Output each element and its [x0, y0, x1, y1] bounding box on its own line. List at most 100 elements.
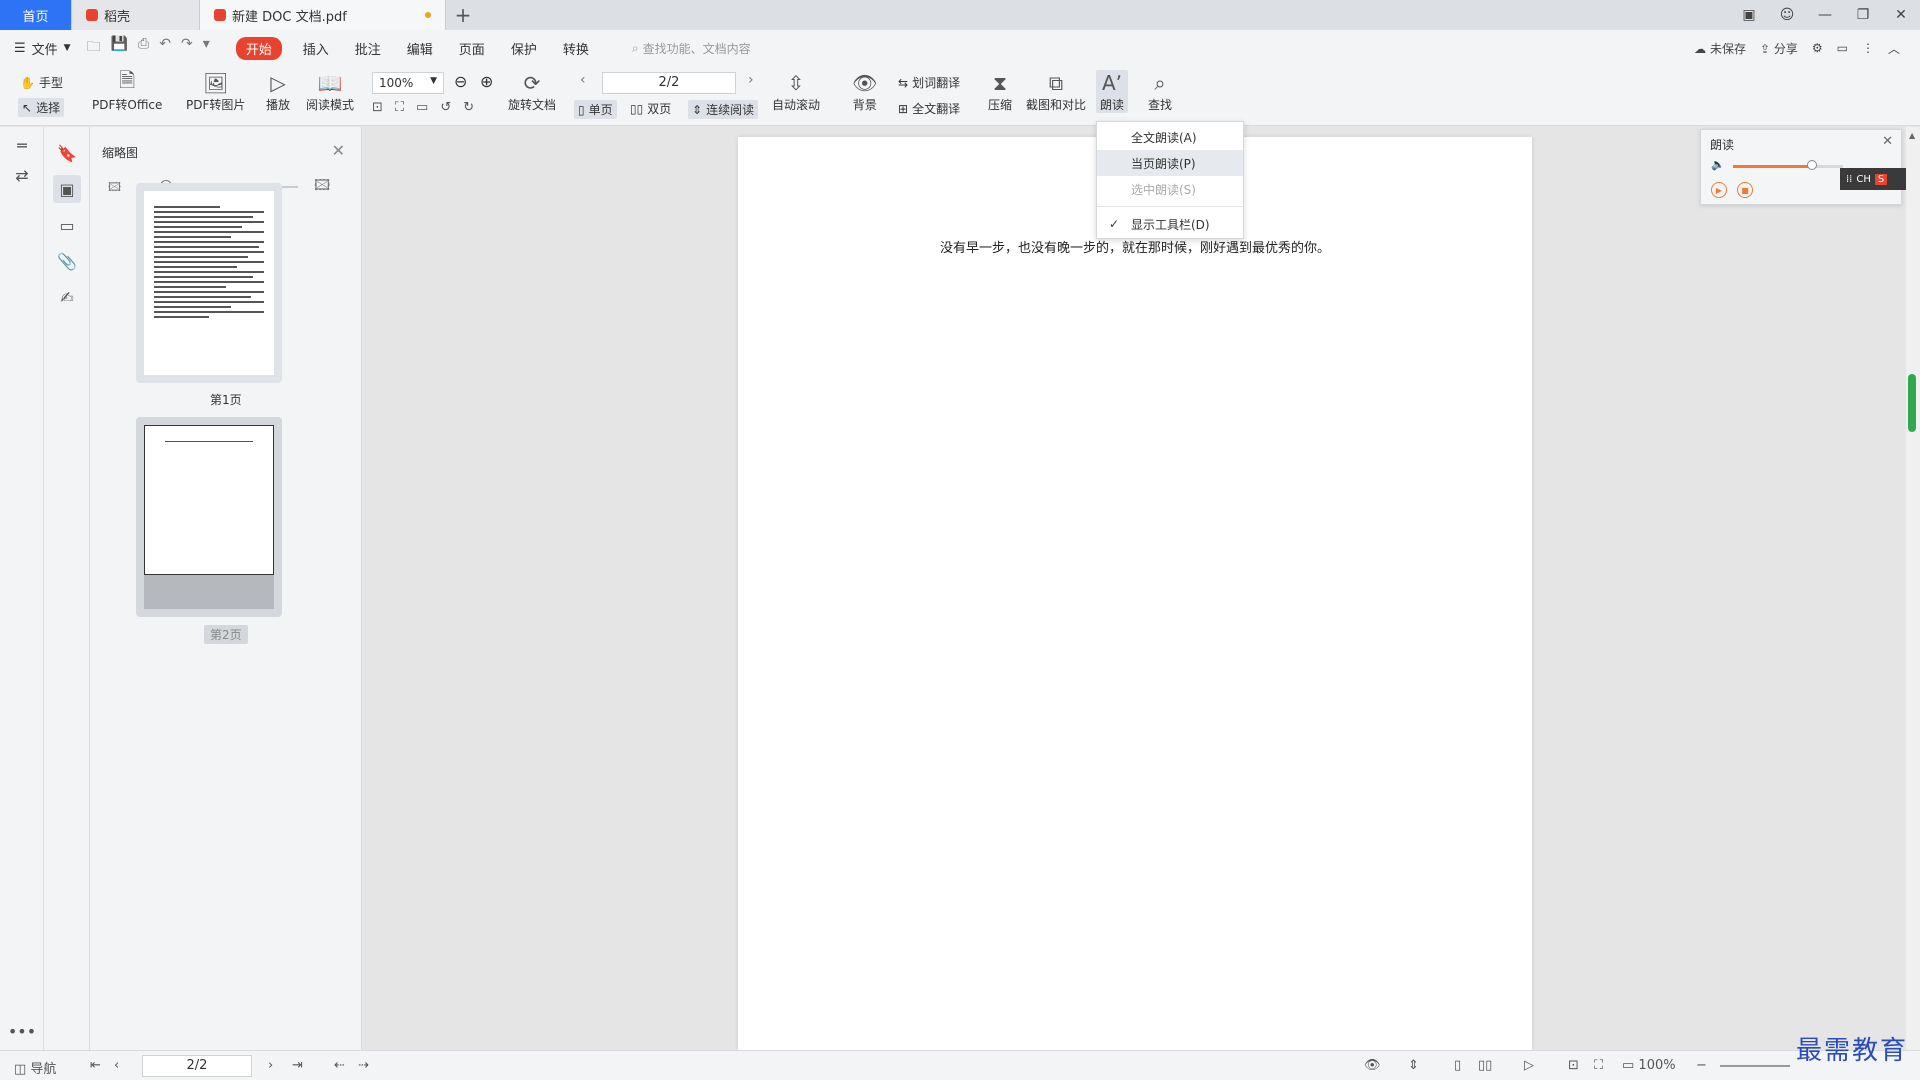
search-input[interactable]: ⌕ 查找功能、文档内容: [632, 40, 751, 57]
forward-icon[interactable]: ⇢: [358, 1058, 369, 1073]
menu-insert[interactable]: 插入: [303, 39, 329, 58]
status-zoom[interactable]: ▭ 100%: [1622, 1058, 1676, 1073]
pdf-to-image-button[interactable]: 🖼 PDF转图片: [186, 70, 245, 113]
continuous-mode-icon[interactable]: ⇕: [1408, 1058, 1419, 1073]
full-translate-button[interactable]: ⊞ 全文翻译: [898, 100, 960, 117]
tab-home[interactable]: 首页: [0, 0, 72, 30]
restore-icon[interactable]: ❐: [1844, 7, 1882, 23]
signature-icon[interactable]: ✍: [53, 283, 81, 311]
pdf-to-office-button[interactable]: 🗎 PDF转Office: [92, 68, 162, 113]
comment-icon[interactable]: ▭: [1837, 41, 1848, 55]
thumbnail-page-1[interactable]: [136, 183, 282, 383]
screenshot-compare-button[interactable]: ⧉ 截图和对比: [1026, 70, 1086, 113]
print-icon[interactable]: ⎙: [138, 36, 149, 60]
zoom-out-icon[interactable]: ⊖: [454, 72, 467, 91]
hand-tool-button[interactable]: ✋ 手型: [20, 74, 63, 91]
save-icon[interactable]: 💾: [111, 36, 128, 60]
double-page-button[interactable]: ▯▯ 双页: [630, 100, 671, 117]
compress-button[interactable]: ⧗ 压缩: [988, 70, 1012, 113]
menu-protect[interactable]: 保护: [511, 39, 537, 58]
background-button[interactable]: 👁 背景: [852, 70, 877, 113]
document-page[interactable]: 没有早一步，也没有晚一步的，就在那时候，刚好遇到最优秀的你。: [738, 137, 1532, 1050]
swap-icon[interactable]: ⇄: [8, 161, 36, 189]
zoom-select[interactable]: 100% ▼: [372, 72, 444, 94]
eye-mode-icon[interactable]: 👁: [1364, 1058, 1381, 1073]
back-icon[interactable]: ⇠: [334, 1058, 345, 1073]
comment-panel-icon[interactable]: ▭: [53, 211, 81, 239]
menu-item-read-page[interactable]: 当页朗读(P): [1097, 150, 1243, 176]
rotate-document-button[interactable]: ⟳ 旋转文档: [508, 70, 556, 113]
volume-slider[interactable]: [1733, 165, 1843, 168]
bookmark-icon[interactable]: 🔖: [53, 139, 81, 167]
close-icon[interactable]: ✕: [1882, 134, 1893, 149]
thumbnail-icon[interactable]: ▣: [53, 175, 81, 203]
menu-start[interactable]: 开始: [235, 36, 282, 60]
user-avatar-icon[interactable]: ☺: [1768, 7, 1806, 23]
menu-item-read-all[interactable]: 全文朗读(A): [1097, 124, 1243, 150]
fit-page-icon[interactable]: ⛶: [1594, 1058, 1603, 1073]
menu-convert[interactable]: 转换: [563, 39, 589, 58]
menu-annotate[interactable]: 批注: [355, 39, 381, 58]
document-text[interactable]: 没有早一步，也没有晚一步的，就在那时候，刚好遇到最优秀的你。: [738, 237, 1532, 256]
prev-page-icon[interactable]: ‹: [114, 1058, 119, 1073]
document-area[interactable]: 没有早一步，也没有晚一步的，就在那时候，刚好遇到最优秀的你。: [362, 127, 1920, 1050]
fit-width-icon[interactable]: ▭: [416, 100, 428, 115]
last-page-icon[interactable]: ⇥: [292, 1058, 303, 1073]
menu-item-show-toolbar[interactable]: ✓ 显示工具栏(D): [1097, 211, 1243, 237]
vertical-scrollbar[interactable]: ▲: [1906, 127, 1920, 1050]
collapse-ribbon-icon[interactable]: ︿: [1888, 40, 1900, 57]
play-icon[interactable]: ▷: [1524, 1058, 1534, 1073]
read-aloud-button[interactable]: Aʼ 朗读: [1096, 70, 1129, 113]
prev-page-icon[interactable]: ‹: [580, 72, 586, 88]
more-options-icon[interactable]: •••: [8, 1017, 36, 1045]
new-tab-button[interactable]: +: [446, 0, 480, 30]
menu-edit[interactable]: 编辑: [407, 39, 433, 58]
status-page-input[interactable]: 2/2: [142, 1055, 252, 1077]
word-translate-button[interactable]: ⇆ 划词翻译: [898, 74, 960, 91]
zoom-in-icon[interactable]: ⊕: [480, 72, 493, 91]
attachment-icon[interactable]: 📎: [53, 247, 81, 275]
single-mode-icon[interactable]: ▯: [1454, 1058, 1461, 1073]
continuous-read-button[interactable]: ⇕ 连续阅读: [688, 100, 759, 119]
play-button[interactable]: ▷ 播放: [266, 70, 290, 113]
single-page-button[interactable]: ▯ 单页: [574, 100, 617, 119]
tab-daoke[interactable]: 稻壳: [72, 0, 200, 30]
read-mode-button[interactable]: 📖 阅读模式: [306, 70, 354, 113]
zoom-slider[interactable]: [1720, 1065, 1790, 1067]
find-button[interactable]: ⌕ 查找: [1148, 70, 1172, 113]
scrollbar-thumb[interactable]: [1908, 374, 1916, 432]
open-folder-icon[interactable]: 🗀: [87, 36, 101, 60]
scroll-up-icon[interactable]: ▲: [1909, 131, 1915, 140]
settings-icon[interactable]: ⚙: [1812, 41, 1823, 55]
play-icon[interactable]: ▶: [1711, 182, 1727, 198]
redo-icon[interactable]: ↷: [181, 36, 193, 60]
close-panel-icon[interactable]: ✕: [332, 141, 345, 160]
minimize-icon[interactable]: —: [1806, 7, 1844, 23]
stop-icon[interactable]: ■: [1737, 182, 1753, 198]
share-button[interactable]: ⇪ 分享: [1760, 40, 1798, 57]
thumbnail-page-2[interactable]: [136, 417, 282, 617]
actual-size-icon[interactable]: ⊡: [372, 100, 383, 115]
menu-page[interactable]: 页面: [459, 39, 485, 58]
first-page-icon[interactable]: ⇤: [90, 1058, 101, 1073]
volume-handle[interactable]: [1807, 160, 1818, 170]
rotate-right-icon[interactable]: ↻: [463, 100, 474, 115]
fit-page-icon[interactable]: ⛶: [395, 100, 404, 115]
double-mode-icon[interactable]: ▯▯: [1478, 1058, 1492, 1073]
zoom-out-icon[interactable]: −: [1696, 1058, 1707, 1073]
close-icon[interactable]: ✕: [1882, 7, 1920, 23]
navigation-button[interactable]: ◫ 导航: [14, 1058, 56, 1077]
tab-document[interactable]: 新建 DOC 文档.pdf: [200, 0, 446, 30]
next-page-icon[interactable]: ›: [748, 72, 754, 88]
page-number-input[interactable]: 2/2: [602, 72, 736, 94]
undo-icon[interactable]: ↶: [159, 36, 171, 60]
select-tool-button[interactable]: ↖ 选择: [18, 98, 65, 117]
file-menu-button[interactable]: ☰ 文件 ▼: [14, 39, 71, 58]
cloud-save-button[interactable]: ☁ 未保存: [1694, 40, 1746, 57]
more-chevron-icon[interactable]: ▾: [203, 36, 210, 60]
layout-icon[interactable]: ▣: [1730, 7, 1768, 23]
actual-size-icon[interactable]: ⊡: [1568, 1058, 1579, 1073]
next-page-icon[interactable]: ›: [268, 1058, 273, 1073]
more-icon[interactable]: ⋮: [1862, 41, 1874, 55]
collapse-rail-icon[interactable]: ═: [8, 131, 36, 159]
